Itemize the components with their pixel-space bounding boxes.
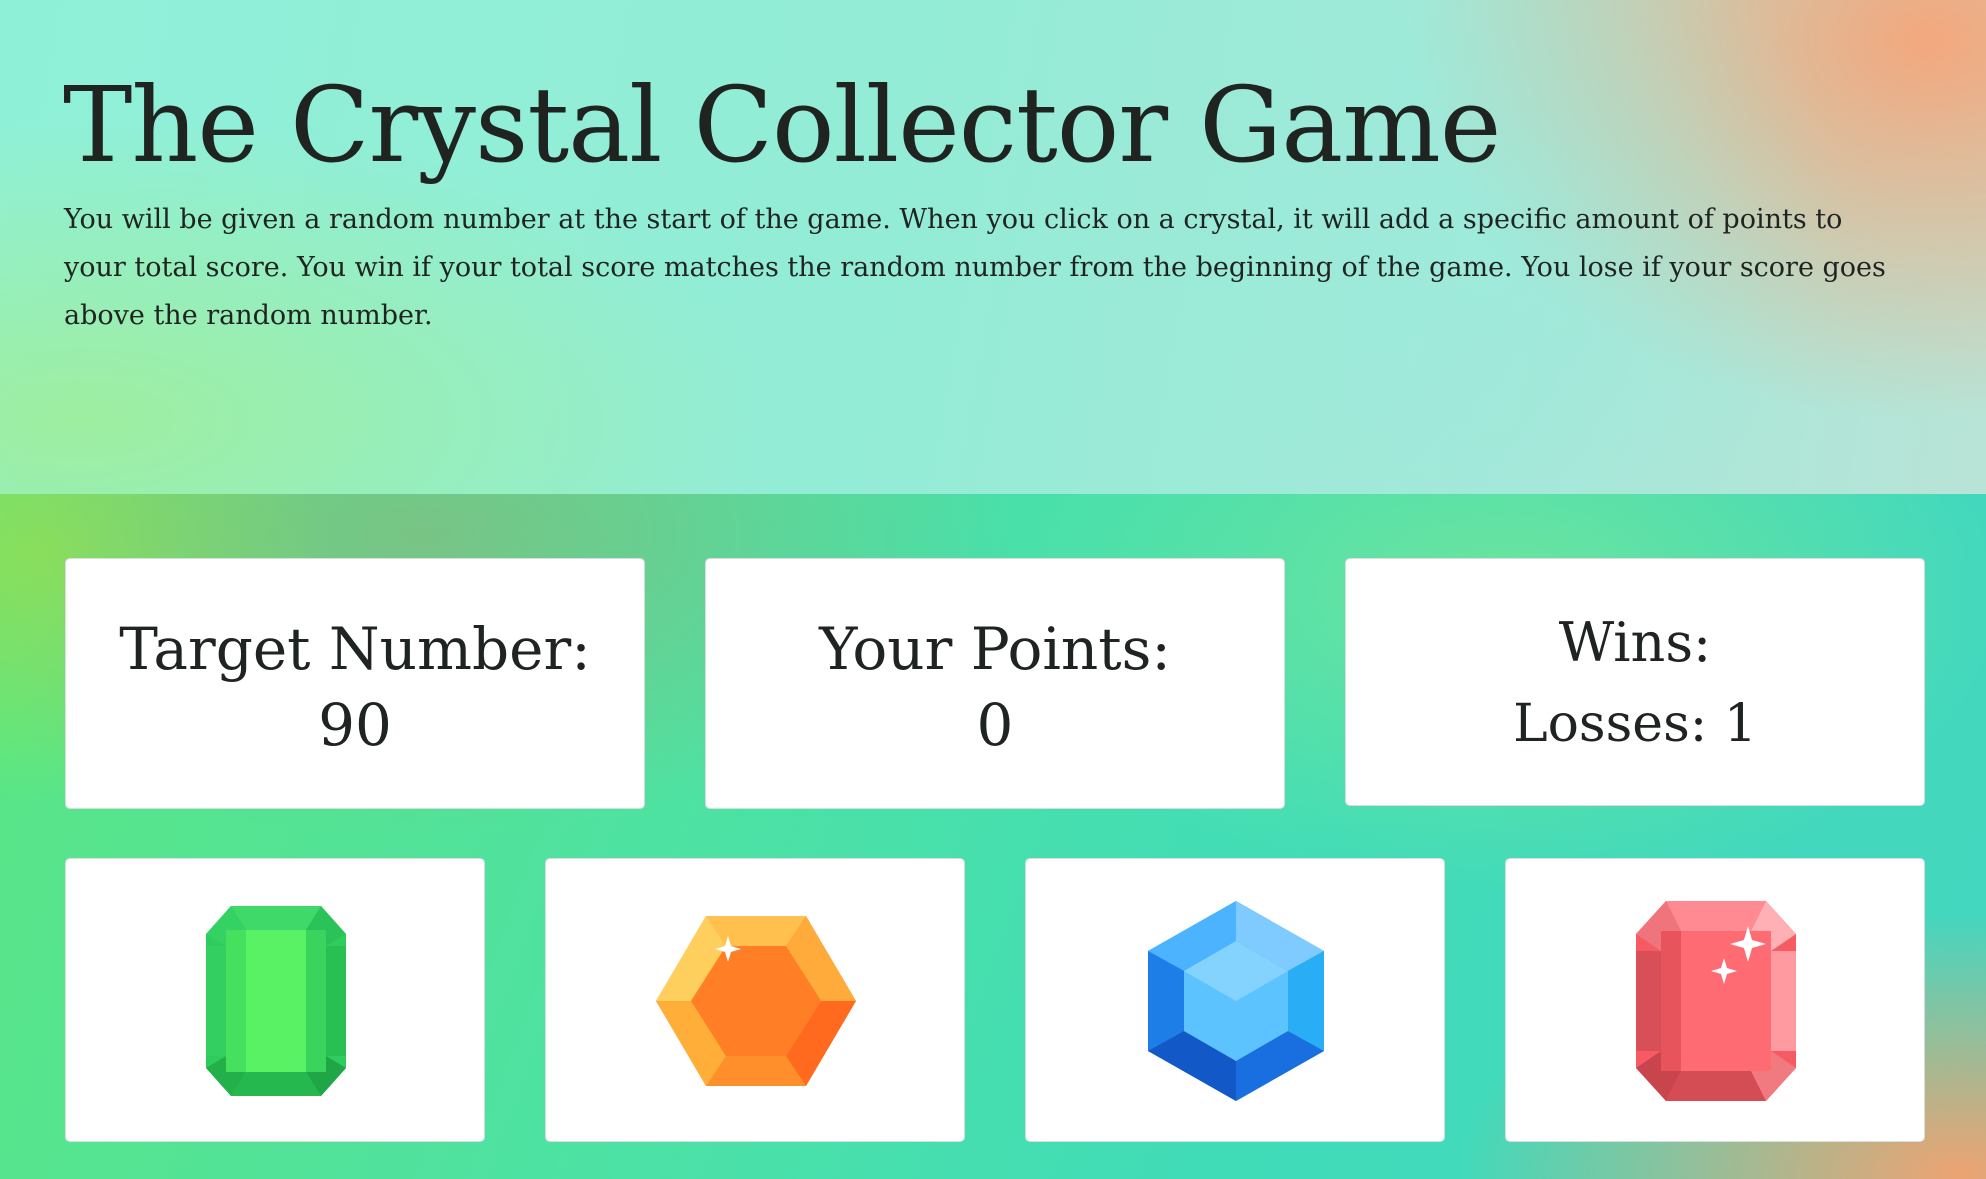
wins-label: Wins:	[1558, 611, 1712, 674]
sapphire-gem-icon	[1148, 901, 1324, 1101]
target-number-label: Target Number:	[119, 615, 591, 683]
target-number-value: 90	[318, 691, 392, 759]
losses-value: 1	[1723, 694, 1757, 754]
hexagon-gem-icon	[656, 916, 856, 1086]
target-number-card: Target Number: 90	[65, 558, 645, 809]
your-points-card: Your Points: 0	[705, 558, 1285, 809]
ruby-gem-icon	[1636, 901, 1796, 1101]
blue-crystal-button[interactable]	[1025, 858, 1445, 1142]
your-points-label: Your Points:	[819, 615, 1171, 683]
losses-line: Losses: 1	[1346, 689, 1924, 759]
orange-crystal-button[interactable]	[545, 858, 965, 1142]
wins-losses-card: Wins: Losses: 1	[1345, 558, 1925, 806]
red-crystal-button[interactable]	[1505, 858, 1925, 1142]
emerald-gem-icon	[206, 906, 346, 1096]
game-header: The Crystal Collector Game You will be g…	[0, 0, 1986, 494]
wins-line: Wins:	[1346, 607, 1924, 679]
page-title: The Crystal Collector Game	[63, 64, 1501, 186]
game-instructions: You will be given a random number at the…	[64, 204, 1886, 331]
green-crystal-button[interactable]	[65, 858, 485, 1142]
losses-label: Losses:	[1513, 694, 1708, 754]
your-points-value: 0	[976, 691, 1014, 759]
